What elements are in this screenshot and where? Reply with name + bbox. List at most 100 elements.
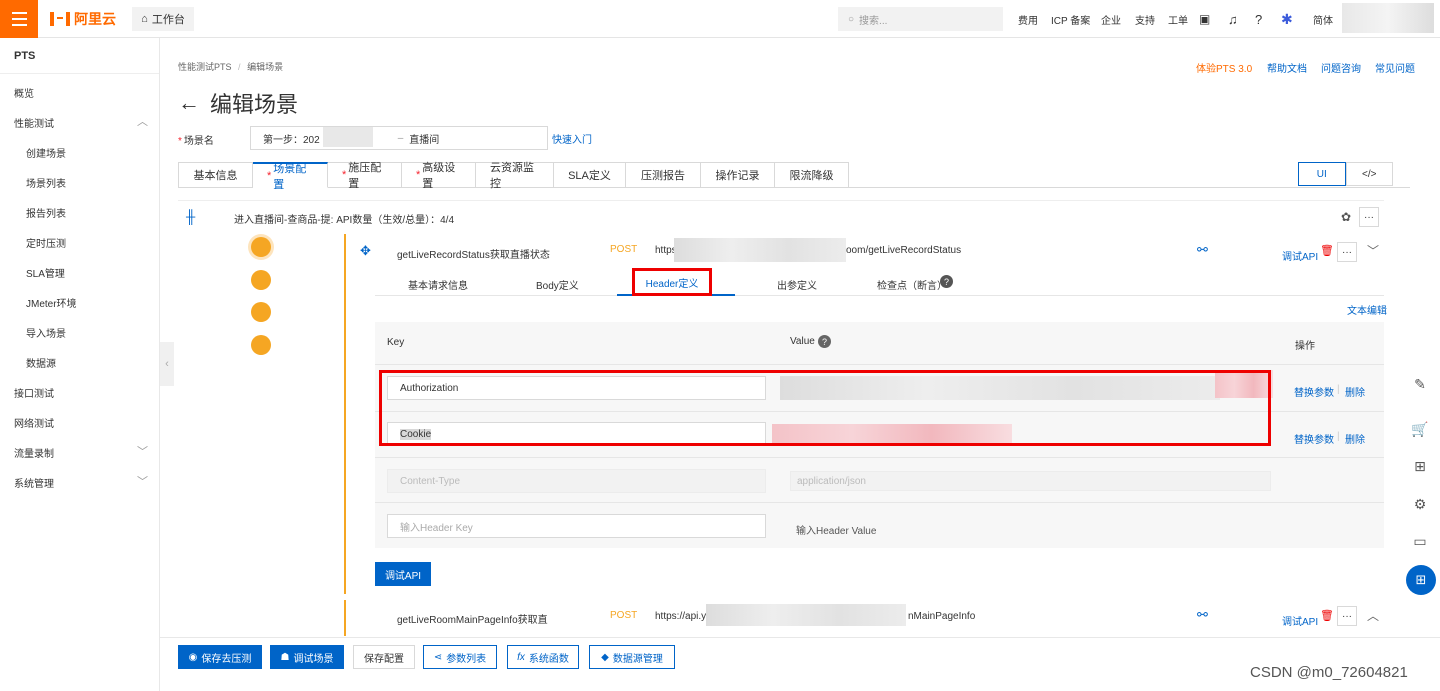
scene-name-input[interactable]: 第一步：202 – 直播间 xyxy=(250,126,548,150)
gear-icon[interactable]: ⚙ xyxy=(1408,492,1432,516)
view-code-button[interactable]: </> xyxy=(1345,162,1393,186)
param-list-button[interactable]: ⋖ 参数列表 xyxy=(423,645,497,669)
link-icon[interactable]: ⚯ xyxy=(1197,242,1208,258)
sidebar-item-import[interactable]: 导入场景 xyxy=(26,325,66,340)
sidebar-item-scheduled[interactable]: 定时压测 xyxy=(26,235,66,250)
sidebar-item-jmeter[interactable]: JMeter环境 xyxy=(26,295,77,310)
help-icon[interactable]: ? xyxy=(1255,0,1262,38)
view-ui-button[interactable]: UI xyxy=(1299,163,1346,185)
tab-advanced[interactable]: * 高级设置 xyxy=(402,162,476,190)
docs-link[interactable]: 帮助文档 xyxy=(1267,60,1307,75)
back-arrow-icon[interactable]: ← xyxy=(178,90,200,116)
chat-icon[interactable]: ▭ xyxy=(1408,529,1432,553)
quick-start-link[interactable]: 快速入门 xyxy=(552,131,592,146)
sidebar-collapse-handle[interactable]: ‹ xyxy=(160,342,174,386)
replace-param-link[interactable]: 替换参数 xyxy=(1294,384,1334,399)
text-edit-link[interactable]: 文本编辑 xyxy=(1347,302,1387,317)
nav-icp[interactable]: ICP 备案 xyxy=(1051,0,1090,38)
debug-api-link[interactable]: 调试API xyxy=(1282,613,1318,628)
delete-link[interactable]: 删除 xyxy=(1345,384,1365,399)
help-icon[interactable]: ? xyxy=(940,275,953,288)
nav-language[interactable]: 简体 xyxy=(1313,0,1333,38)
avatar[interactable] xyxy=(1342,3,1434,33)
tab-rate-limit[interactable]: 限流降级 xyxy=(775,162,849,188)
delete-icon[interactable]: 🗑 xyxy=(1320,609,1334,622)
sidebar-title: PTS xyxy=(14,50,36,62)
faq-link[interactable]: 常见问题 xyxy=(1375,60,1415,75)
aliyun-logo[interactable]: 阿里云 xyxy=(50,8,116,30)
step-node[interactable] xyxy=(251,302,271,322)
link-icon[interactable]: ⚯ xyxy=(1197,607,1208,623)
menu-icon[interactable] xyxy=(0,0,38,38)
app-icon[interactable]: ✱ xyxy=(1281,0,1293,38)
save-config-button[interactable]: 保存配置 xyxy=(353,645,415,669)
tab-sla[interactable]: SLA定义 xyxy=(554,162,626,188)
debug-scene-button[interactable]: ☗ 调试场景 xyxy=(270,645,344,669)
chevron-up-icon[interactable]: ︿ xyxy=(1367,607,1379,624)
system-functions-button[interactable]: fx 系统函数 xyxy=(507,645,579,669)
tab-report[interactable]: 压测报告 xyxy=(626,162,701,188)
step-node[interactable] xyxy=(251,237,271,257)
subtab-header[interactable]: Header定义 xyxy=(632,268,712,296)
workbench-button[interactable]: ⌂ 工作台 xyxy=(132,7,194,31)
debug-api-link[interactable]: 调试API xyxy=(1282,248,1318,263)
sidebar-item-report-list[interactable]: 报告列表 xyxy=(26,205,66,220)
subtab-body[interactable]: Body定义 xyxy=(536,277,579,292)
subtab-basic[interactable]: 基本请求信息 xyxy=(408,277,468,292)
try-pts3-link[interactable]: 体验PTS 3.0 xyxy=(1196,60,1252,75)
tab-oplog[interactable]: 操作记录 xyxy=(701,162,775,188)
chevron-up-icon[interactable]: ︿ xyxy=(137,113,148,129)
terminal-icon[interactable]: ▣ xyxy=(1199,0,1210,38)
chevron-down-icon[interactable]: ﹀ xyxy=(1367,242,1379,259)
apps-icon[interactable]: ⊞ xyxy=(1406,565,1436,595)
tab-pressure-config[interactable]: * 施压配置 xyxy=(328,162,402,190)
request-more-button[interactable]: ··· xyxy=(1337,242,1357,262)
search-placeholder: 搜索... xyxy=(859,15,888,27)
subtab-output[interactable]: 出参定义 xyxy=(777,277,817,292)
sidebar-item-overview[interactable]: 概览 xyxy=(14,85,34,100)
chevron-down-icon[interactable]: ﹀ xyxy=(137,473,148,489)
nav-ticket[interactable]: 工单 xyxy=(1168,0,1188,38)
sidebar-item-scene-list[interactable]: 场景列表 xyxy=(26,175,66,190)
sidebar-item-perf-test[interactable]: 性能测试 xyxy=(14,115,54,130)
nav-enterprise[interactable]: 企业 xyxy=(1101,0,1121,38)
request-more-button[interactable]: ··· xyxy=(1337,606,1357,626)
edit-icon[interactable]: ✎ xyxy=(1408,372,1432,396)
sidebar-item-network-test[interactable]: 网络测试 xyxy=(14,415,54,430)
clipboard-icon[interactable]: ⊞ xyxy=(1408,454,1432,478)
tab-basic-info[interactable]: 基本信息 xyxy=(178,162,253,188)
sidebar-item-traffic-record[interactable]: 流量录制 xyxy=(14,445,54,460)
nav-support[interactable]: 支持 xyxy=(1135,0,1155,38)
request-name[interactable]: getLiveRecordStatus获取直播状态 xyxy=(397,246,550,261)
tab-cloud-monitor[interactable]: 云资源监控 xyxy=(476,162,554,190)
step-node[interactable] xyxy=(251,270,271,290)
debug-api-button[interactable]: 调试API xyxy=(375,562,431,586)
tab-scene-config[interactable]: * 场景配置 xyxy=(253,162,328,191)
group-more-button[interactable]: ··· xyxy=(1359,207,1379,227)
save-and-run-button[interactable]: ◉ 保存去压测 xyxy=(178,645,262,669)
cart-icon[interactable]: 🛒 xyxy=(1408,417,1432,441)
sidebar-item-datasource[interactable]: 数据源 xyxy=(26,355,56,370)
datasource-button[interactable]: ◆ 数据源管理 xyxy=(589,645,675,669)
replace-param-link[interactable]: 替换参数 xyxy=(1294,431,1334,446)
new-header-key-input[interactable]: 输入Header Key xyxy=(387,514,766,538)
new-header-value-input[interactable]: 输入Header Value xyxy=(796,522,876,537)
step-node[interactable] xyxy=(251,335,271,355)
chevron-down-icon[interactable]: ﹀ xyxy=(137,443,148,459)
search-input[interactable]: ○ 搜索... xyxy=(838,7,1003,31)
sidebar-item-sla[interactable]: SLA管理 xyxy=(26,265,65,280)
sidebar-item-api-test[interactable]: 接口测试 xyxy=(14,385,54,400)
nav-cost[interactable]: 费用 xyxy=(1018,0,1038,38)
help-icon[interactable]: ? xyxy=(818,335,831,348)
sidebar-item-system[interactable]: 系统管理 xyxy=(14,475,54,490)
delete-icon[interactable]: 🗑 xyxy=(1320,244,1334,257)
sidebar-item-create-scene[interactable]: 创建场景 xyxy=(26,145,66,160)
bell-icon[interactable]: ♫ xyxy=(1228,0,1238,38)
drag-handle-icon[interactable]: ✥ xyxy=(360,243,371,259)
subtab-assertion[interactable]: 检查点（断言） xyxy=(877,277,947,292)
palette-icon[interactable]: ✿ xyxy=(1341,210,1351,224)
breadcrumb-root[interactable]: 性能测试PTS xyxy=(178,62,232,72)
delete-link[interactable]: 删除 xyxy=(1345,431,1365,446)
request-name[interactable]: getLiveRoomMainPageInfo获取直 xyxy=(397,611,548,626)
consult-link[interactable]: 问题咨询 xyxy=(1321,60,1361,75)
